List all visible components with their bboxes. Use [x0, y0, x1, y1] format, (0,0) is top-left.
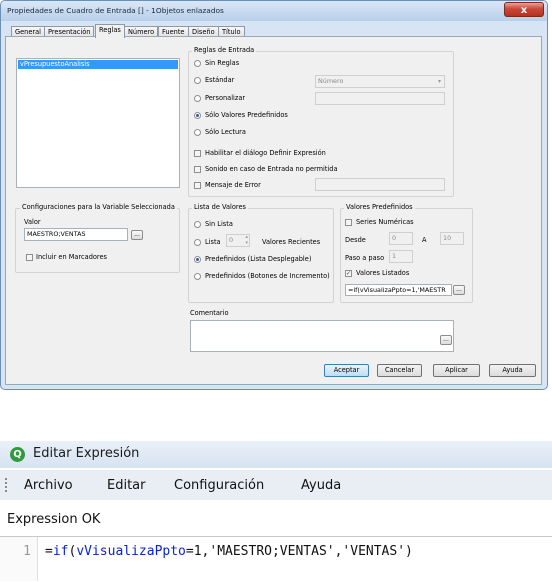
variable-item-selected[interactable]: vPresupuestoAnalisis	[18, 60, 178, 69]
comment-label: Comentario	[190, 309, 229, 317]
menu-grip-icon	[5, 478, 9, 492]
recent-count-value: 0	[229, 236, 234, 244]
radio-predefinidos-botones-label: Predefinidos (Botones de Incremento)	[205, 272, 330, 280]
expression-code-line[interactable]: =if(vVisualizaPpto=1,'MAESTRO;VENTAS','V…	[45, 544, 413, 559]
values-list-group-label: Lista de Valores	[192, 203, 248, 211]
radio-solo-lectura-label: Sólo Lectura	[205, 128, 246, 136]
radio-lista[interactable]	[194, 239, 201, 246]
comment-ellipsis-button[interactable]: ...	[440, 335, 452, 345]
menu-archivo[interactable]: Archivo	[24, 478, 73, 493]
checkbox-sonido-label: Sonido en caso de Entrada no permitida	[205, 165, 338, 173]
step-value: 1	[392, 252, 397, 260]
recent-values-label: Valores Recientes	[262, 238, 321, 246]
menu-configuracion[interactable]: Configuración	[174, 478, 264, 493]
code-function-keyword: if	[52, 544, 69, 559]
expression-editor-title: Editar Expresión	[33, 446, 140, 461]
listed-values-expression-text: =if(vVisualizaPpto=1,'MAESTR	[348, 286, 446, 294]
apply-button[interactable]: Aplicar	[433, 364, 480, 377]
from-label: Desde	[345, 236, 366, 244]
standard-select-value: Número	[318, 77, 344, 85]
value-input[interactable]: MAESTRO;VENTAS	[24, 228, 128, 241]
radio-estandar-label: Estándar	[205, 76, 235, 84]
help-button[interactable]: Ayuda	[489, 364, 536, 377]
checkbox-habilitar-dialogo[interactable]	[194, 150, 201, 157]
checkbox-mensaje-error[interactable]	[194, 182, 201, 189]
radio-personalizar-label: Personalizar	[205, 94, 246, 102]
listed-values-expression-input[interactable]: =if(vVisualizaPpto=1,'MAESTR	[345, 284, 452, 296]
radio-estandar[interactable]	[194, 77, 201, 84]
value-ellipsis-button[interactable]: ...	[131, 230, 143, 240]
expression-editor[interactable]	[0, 536, 552, 582]
standard-select[interactable]: Número ▾	[315, 75, 445, 88]
radio-sin-reglas[interactable]	[194, 60, 201, 67]
step-input[interactable]: 1	[389, 250, 413, 263]
menu-bar	[0, 470, 552, 500]
step-label: Paso a paso	[345, 254, 385, 262]
radio-sin-lista[interactable]	[194, 221, 201, 228]
radio-solo-valores-predefinidos[interactable]	[194, 112, 201, 119]
to-value: 10	[443, 234, 452, 242]
radio-sin-reglas-label: Sin Reglas	[205, 59, 240, 67]
code-equals: =	[45, 544, 53, 559]
radio-solo-lectura[interactable]	[194, 129, 201, 136]
to-input[interactable]: 10	[440, 232, 464, 245]
radio-predefinidos-lista[interactable]	[194, 256, 201, 263]
checkbox-habilitar-label: Habilitar el diálogo Definir Expresión	[205, 149, 326, 157]
variable-item-label: vPresupuestoAnalisis	[20, 60, 90, 68]
close-button[interactable]: x	[504, 2, 544, 17]
radio-solo-valores-label: Sólo Valores Predefinidos	[205, 111, 288, 119]
value-label: Valor	[24, 218, 41, 226]
code-variable: vVisualizaPpto	[76, 544, 186, 559]
to-label: A	[422, 236, 427, 244]
tab-reglas[interactable]: Reglas	[95, 24, 125, 38]
custom-rule-field[interactable]	[315, 92, 445, 105]
rules-group-label: Reglas de Entrada	[192, 46, 257, 54]
checkbox-incluir-label: Incluir en Marcadores	[36, 253, 107, 261]
from-input[interactable]: 0	[389, 232, 413, 245]
code-rest: =1,'MAESTRO;VENTAS','VENTAS')	[185, 544, 413, 559]
error-message-field[interactable]	[315, 178, 445, 191]
radio-sin-lista-label: Sin Lista	[205, 220, 233, 228]
variables-listbox[interactable]: vPresupuestoAnalisis	[16, 58, 180, 188]
qlikview-app-icon: Q	[10, 447, 25, 462]
checkbox-incluir-marcadores[interactable]	[26, 254, 33, 261]
ok-button[interactable]: Aceptar	[324, 364, 369, 377]
dialog-title: Propiedades de Cuadro de Entrada [] - 1O…	[7, 6, 224, 15]
listed-values-ellipsis-button[interactable]: ...	[453, 285, 465, 295]
comment-textarea[interactable]	[190, 320, 454, 352]
menu-editar[interactable]: Editar	[107, 478, 146, 493]
dialog-title-bar[interactable]: Propiedades de Cuadro de Entrada [] - 1O…	[1, 1, 547, 21]
radio-lista-label: Lista	[205, 238, 221, 246]
expression-status: Expression OK	[7, 512, 101, 527]
valores-listados-label: Valores Listados	[356, 269, 410, 277]
variable-config-group-label: Configuraciones para la Variable Selecci…	[20, 203, 177, 211]
value-input-text: MAESTRO;VENTAS	[27, 230, 86, 238]
rules-group	[188, 51, 454, 197]
recent-count-spinner[interactable]: 0 ▴ ▾	[226, 234, 250, 247]
checkbox-sonido[interactable]	[194, 166, 201, 173]
checkbox-series-numericas[interactable]	[345, 219, 352, 226]
menu-ayuda[interactable]: Ayuda	[301, 478, 341, 493]
spinner-down-icon[interactable]: ▾	[245, 238, 248, 246]
radio-predefinidos-lista-label: Predefinidos (Lista Desplegable)	[205, 255, 312, 263]
from-value: 0	[392, 234, 397, 242]
predefined-values-group-label: Valores Predefinidos	[344, 203, 415, 211]
line-number: 1	[23, 544, 31, 559]
series-numericas-label: Series Numéricas	[356, 218, 414, 226]
radio-personalizar[interactable]	[194, 95, 201, 102]
cancel-button[interactable]: Cancelar	[377, 364, 422, 377]
radio-predefinidos-botones[interactable]	[194, 273, 201, 280]
chevron-down-icon: ▾	[437, 78, 441, 85]
checkbox-valores-listados[interactable]: ✓	[345, 270, 352, 277]
checkbox-mensaje-label: Mensaje de Error	[205, 181, 261, 189]
